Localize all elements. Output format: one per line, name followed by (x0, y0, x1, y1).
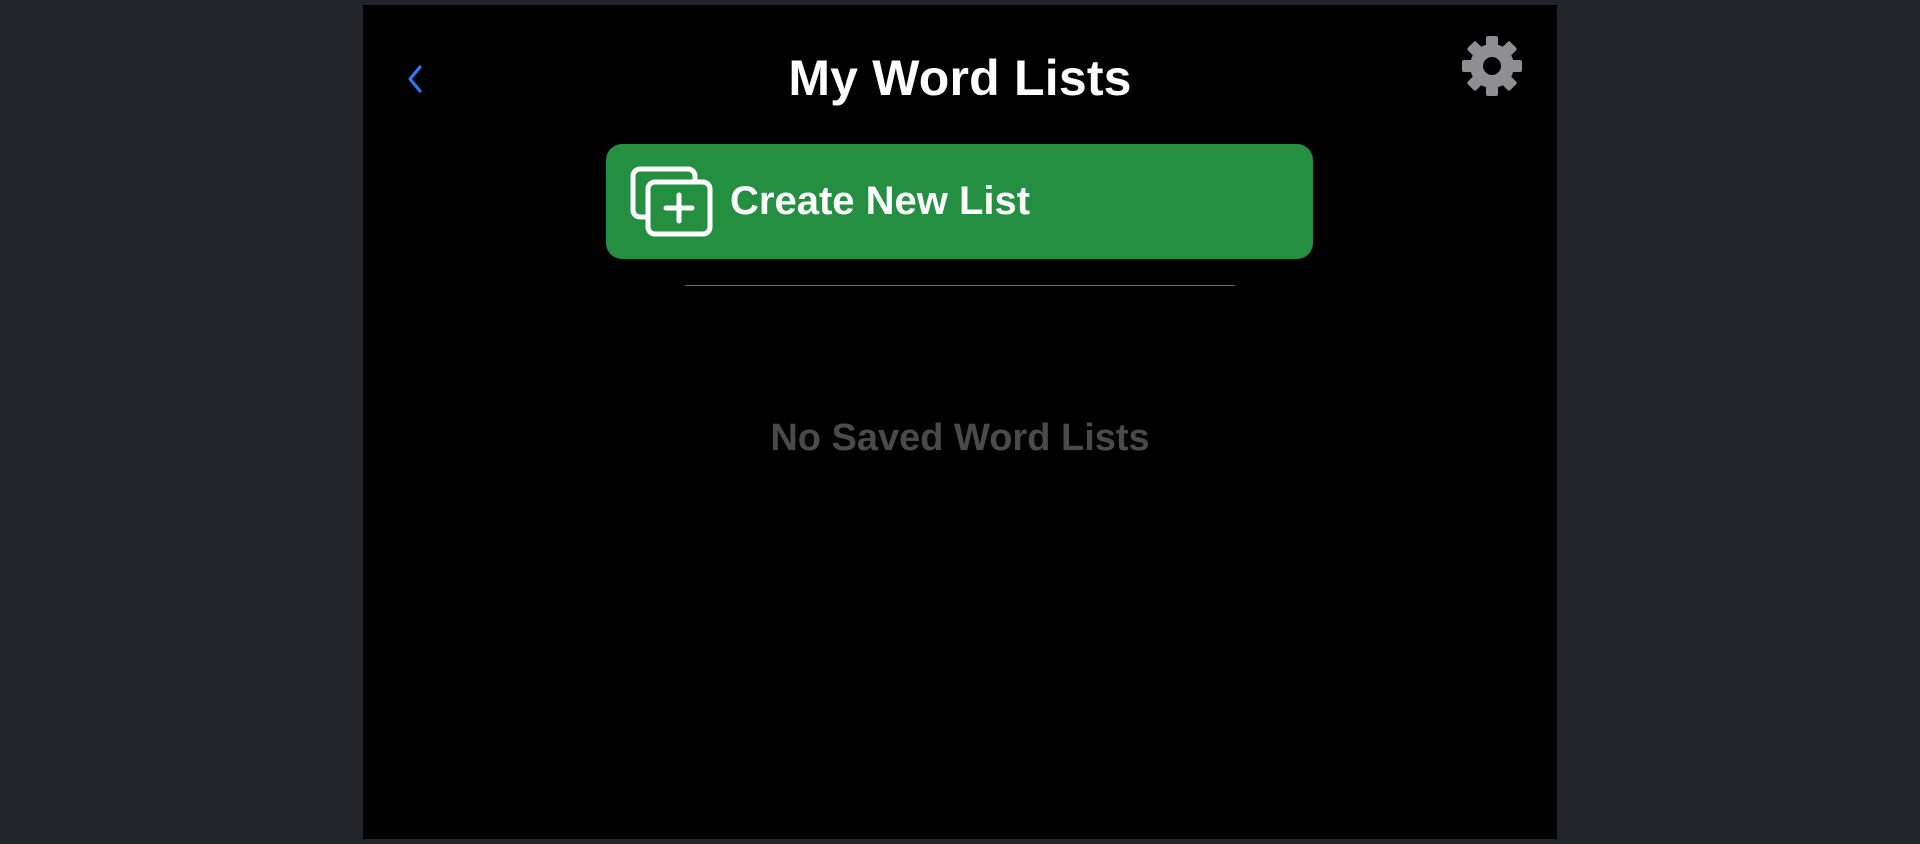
empty-state-message: No Saved Word Lists (770, 417, 1150, 459)
create-new-list-button[interactable]: Create New List (606, 144, 1313, 259)
add-stack-icon (630, 166, 714, 238)
page-title: My Word Lists (788, 50, 1132, 106)
gear-icon (1458, 32, 1526, 105)
create-new-list-label: Create New List (730, 179, 1031, 223)
app-screen: My Word Lists Create New List No Saved W… (363, 5, 1557, 839)
settings-button[interactable] (1457, 33, 1527, 103)
divider (685, 285, 1235, 286)
